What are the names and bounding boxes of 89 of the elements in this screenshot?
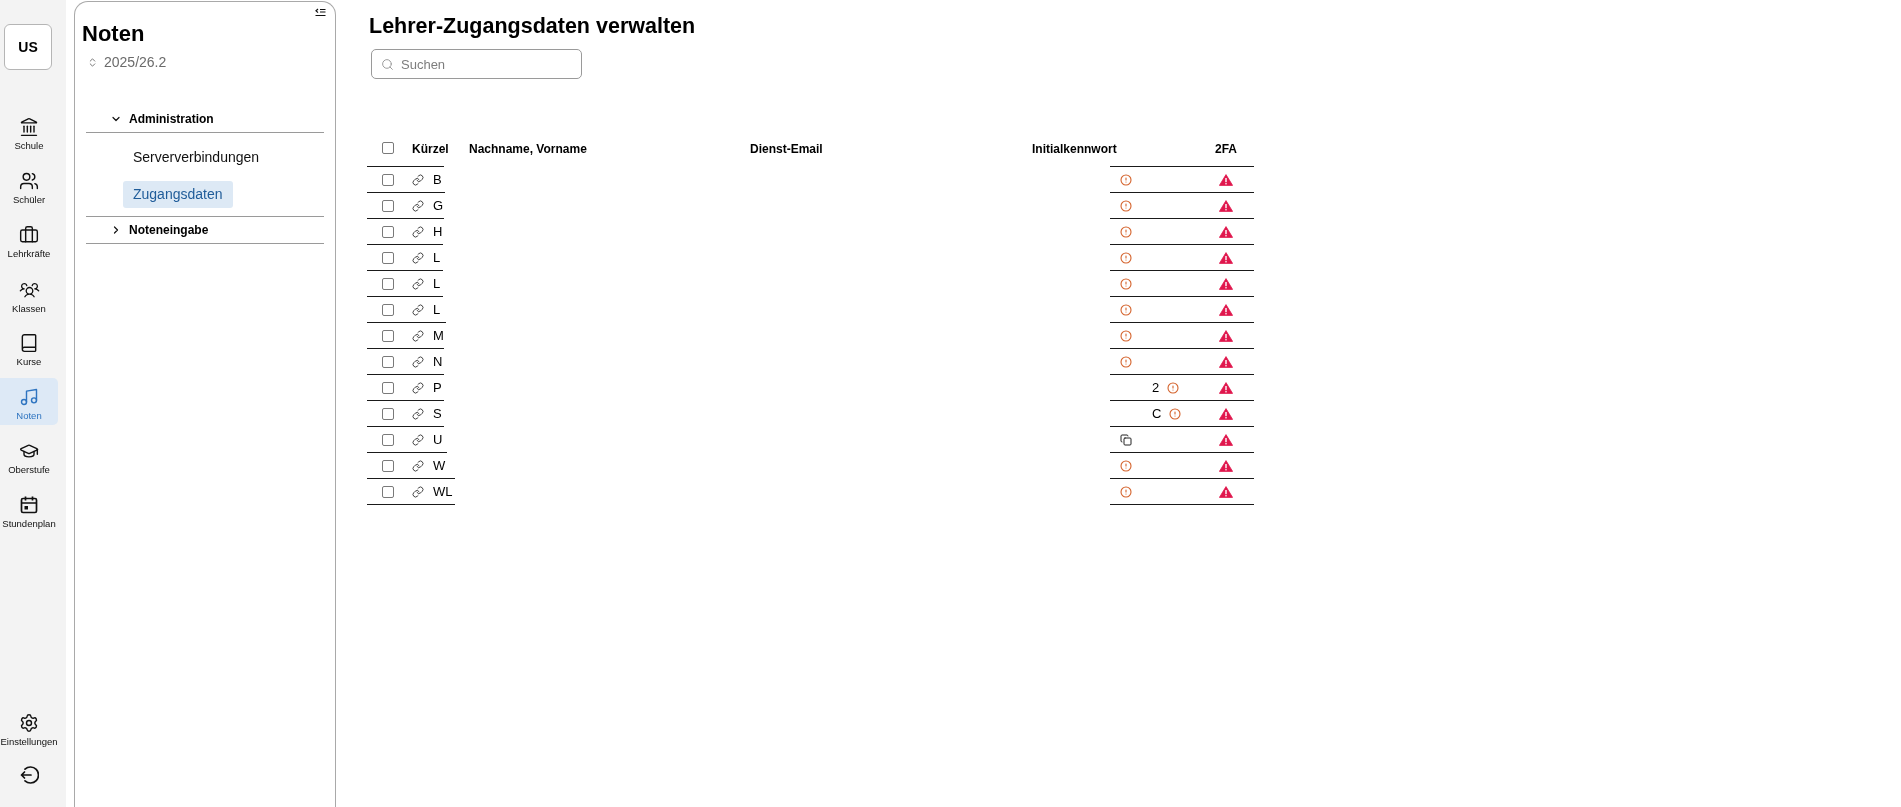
link-icon[interactable] <box>412 485 424 498</box>
abbreviation-text: S <box>433 404 442 423</box>
select-all-checkbox[interactable] <box>382 142 394 154</box>
collapse-sidebar-icon[interactable] <box>315 8 326 19</box>
row-checkbox[interactable] <box>382 433 394 446</box>
row-checkbox[interactable] <box>382 225 394 238</box>
alert-circle-icon <box>1120 251 1132 264</box>
search-icon <box>381 57 394 71</box>
abbreviation-text: G <box>433 196 444 215</box>
rail-item[interactable]: Oberstufe <box>0 432 58 479</box>
password-text: 2 <box>1152 378 1160 397</box>
abbreviation-text: L <box>433 248 441 267</box>
music-notes-icon <box>19 387 39 407</box>
tree-group-toggle[interactable]: Administration <box>86 106 324 132</box>
rail-item[interactable]: Lehrkräfte <box>0 216 58 263</box>
logout-icon[interactable] <box>19 765 39 785</box>
row-checkbox[interactable] <box>382 381 394 394</box>
rail-item[interactable]: Noten <box>0 378 58 425</box>
link-icon[interactable] <box>412 173 424 186</box>
rail-item[interactable]: Kurse <box>0 324 58 371</box>
row-checkbox[interactable] <box>382 407 394 420</box>
users-icon <box>19 171 39 191</box>
link-icon[interactable] <box>412 329 424 342</box>
abbreviation-text: H <box>433 222 443 241</box>
search-field[interactable]: Suchen <box>371 49 582 79</box>
link-icon[interactable] <box>412 433 424 446</box>
row-checkbox[interactable] <box>382 251 394 264</box>
briefcase-icon <box>19 225 39 245</box>
link-icon[interactable] <box>412 355 424 368</box>
row-checkbox[interactable] <box>382 355 394 368</box>
link-icon[interactable] <box>412 277 424 290</box>
rail-item[interactable]: Klassen <box>0 270 58 317</box>
chevrons-up-down-icon <box>87 56 98 68</box>
link-icon[interactable] <box>412 407 424 420</box>
abbreviation-text: U <box>433 430 443 449</box>
rail-item[interactable]: Schüler <box>0 162 58 209</box>
term-selector[interactable]: 2025/26.2 <box>87 52 167 72</box>
column-header: Dienst-Email <box>750 142 823 156</box>
profile-button[interactable]: US <box>4 24 52 70</box>
alert-circle-icon <box>1120 459 1132 472</box>
link-icon[interactable] <box>412 199 424 212</box>
alert-circle-icon <box>1120 277 1132 290</box>
link-icon[interactable] <box>412 381 424 394</box>
row-checkbox[interactable] <box>382 173 394 186</box>
tree-group-toggle[interactable]: Noteneingabe <box>86 217 324 243</box>
alert-circle-icon <box>1120 303 1132 316</box>
row-checkbox[interactable] <box>382 485 394 498</box>
alert-circle-icon <box>1169 407 1182 420</box>
alert-circle-icon <box>1120 485 1132 498</box>
column-header: Kürzel <box>412 142 449 156</box>
rail-item[interactable]: Schule <box>0 108 58 155</box>
rail-item[interactable]: Stundenplan <box>0 486 58 533</box>
tree-item[interactable]: Serververbindungen <box>123 144 270 171</box>
link-icon[interactable] <box>412 225 424 238</box>
copy-icon[interactable] <box>1120 433 1132 446</box>
abbreviation-text: B <box>433 170 442 189</box>
alert-circle-icon <box>1120 199 1132 212</box>
settings-icon <box>19 713 39 733</box>
row-checkbox[interactable] <box>382 459 394 472</box>
password-text: C <box>1152 404 1162 423</box>
link-icon[interactable] <box>412 459 424 472</box>
calendar-icon <box>19 495 39 515</box>
row-checkbox[interactable] <box>382 277 394 290</box>
tree-item[interactable]: Zugangsdaten <box>123 181 233 208</box>
row-checkbox[interactable] <box>382 303 394 316</box>
panel-title: Noten <box>81 20 145 48</box>
row-checkbox[interactable] <box>382 329 394 342</box>
abbreviation-text: L <box>433 274 441 293</box>
column-header: Nachname, Vorname <box>469 142 587 156</box>
row-checkbox[interactable] <box>382 199 394 212</box>
column-header: 2FA <box>1215 142 1237 156</box>
link-icon[interactable] <box>412 303 424 316</box>
link-icon[interactable] <box>412 251 424 264</box>
abbreviation-text: N <box>433 352 443 371</box>
column-header: Initialkennwort <box>1032 142 1117 156</box>
alert-circle-icon <box>1120 355 1132 368</box>
abbreviation-text: M <box>433 326 444 345</box>
alert-circle-icon <box>1120 225 1132 238</box>
rail-item[interactable]: Einstellungen <box>0 704 58 751</box>
abbreviation-text: P <box>433 378 442 397</box>
book-icon <box>19 333 39 353</box>
alert-circle-icon <box>1167 381 1180 394</box>
abbreviation-text: L <box>433 300 441 319</box>
building-icon <box>19 117 39 137</box>
alert-circle-icon <box>1120 329 1132 342</box>
alert-circle-icon <box>1120 173 1132 186</box>
abbreviation-text: W <box>433 456 446 475</box>
abbreviation-text: WL <box>433 482 453 501</box>
page-title: Lehrer-Zugangsdaten verwalten <box>368 13 696 40</box>
